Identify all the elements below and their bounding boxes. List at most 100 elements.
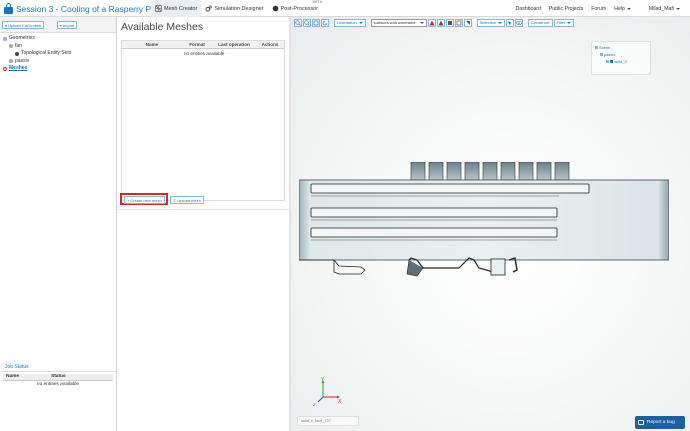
- tree-item-geometries[interactable]: Geometries: [3, 35, 71, 43]
- z-axis-label: Z: [313, 402, 316, 407]
- project-tree: Geometries fan Topological Entity Sets p…: [3, 35, 71, 73]
- orientation-dropdown[interactable]: Orientation: [334, 18, 366, 27]
- 3d-viewer[interactable]: Orientation surfaces with wireframe Sele…: [291, 17, 690, 431]
- import-button[interactable]: ▾ Import: [57, 21, 78, 29]
- zoom-in-icon[interactable]: [294, 18, 302, 27]
- mesh-view-icon[interactable]: [436, 18, 445, 27]
- top-bar: Session 3 - Cooling of a Rasperry Pi Mes…: [0, 0, 690, 17]
- tree-item-topological-sets[interactable]: Topological Entity Sets: [3, 50, 71, 58]
- tree-label: passiv: [15, 57, 30, 64]
- help-label: Help: [614, 5, 625, 12]
- tree-label: Topological Entity Sets: [21, 50, 72, 56]
- col-name[interactable]: Name: [122, 41, 182, 48]
- meshes-table: Name Format Last operation Actions no en…: [121, 40, 285, 201]
- tab-simulation-designer[interactable]: Simulation Designer: [201, 0, 267, 17]
- x-axis-label: X: [337, 399, 342, 405]
- scene-leaf-label: solid_0: [614, 59, 627, 64]
- divider: [117, 209, 289, 210]
- y-axis-label: Y: [321, 377, 325, 383]
- tree-label: Meshes: [9, 65, 28, 71]
- mesh-icon: [155, 5, 162, 12]
- create-set-label: Create set: [531, 20, 550, 25]
- warning-icon[interactable]: [427, 18, 436, 27]
- filter-label: Filter: [556, 20, 566, 25]
- scene-item-solid[interactable]: solid_0: [606, 59, 627, 64]
- upload-mesh-button[interactable]: ⇪ Upload mesh: [170, 196, 204, 204]
- col-format[interactable]: Format: [182, 41, 212, 48]
- render-mode-select[interactable]: surfaces with wireframe: [370, 18, 427, 27]
- user-label: Milad_Mafi: [648, 5, 674, 12]
- tree-label: fan: [15, 42, 22, 49]
- left-sidebar: ▾ Upload CAD/mesh ▾ Import Geometries fa…: [0, 17, 117, 431]
- create-mesh-label: Create new mesh: [130, 197, 162, 203]
- hover-face-label: solid_0_face_137: [297, 416, 359, 426]
- col-status[interactable]: Status: [48, 374, 113, 380]
- report-bug-button[interactable]: Report a bug: [635, 416, 685, 429]
- chat-icon: [638, 420, 644, 425]
- plus-icon: ▾: [5, 22, 8, 28]
- tree-item-fan[interactable]: fan: [3, 43, 71, 51]
- postprocessor-icon: [272, 5, 278, 12]
- chevron-down-icon: [498, 21, 503, 24]
- project-title[interactable]: Session 3 - Cooling of a Rasperry Pi: [16, 4, 153, 14]
- selection-label: Selection: [479, 20, 497, 25]
- tab-label: Post-Processor: [280, 5, 319, 12]
- empty-message: no entities available: [184, 51, 225, 56]
- tab-label: Simulation Designer: [214, 5, 264, 12]
- fin-row: [410, 162, 570, 181]
- tree-item-passiv[interactable]: passiv: [3, 58, 71, 66]
- nav-forum[interactable]: Forum: [591, 6, 606, 12]
- part-icon: [9, 44, 13, 49]
- tab-post-processor[interactable]: Post-Processor BETA: [268, 0, 323, 17]
- upload-mesh-label: Upload mesh: [177, 197, 201, 203]
- zoom-out-icon[interactable]: [303, 18, 311, 27]
- user-menu[interactable]: Milad_Mafi: [649, 6, 680, 12]
- visibility-icon[interactable]: [515, 18, 524, 27]
- nav-dashboard[interactable]: Dashboard: [516, 6, 541, 12]
- scene-icon: [595, 46, 598, 49]
- chevron-down-icon: [419, 21, 424, 24]
- checkbox-icon: [606, 60, 609, 63]
- zoom-fit-icon[interactable]: [312, 18, 320, 27]
- top-nav-links: Dashboard Public Projects Forum Help Mil…: [508, 0, 680, 17]
- chevron-down-icon: [626, 7, 631, 10]
- tab-mesh-creator[interactable]: Mesh Creator: [151, 0, 202, 17]
- chevron-down-icon: [676, 7, 680, 10]
- gears-icon: [205, 5, 213, 12]
- create-set-button[interactable]: Create set: [528, 18, 553, 27]
- eye-icon: [610, 60, 613, 63]
- scene-root[interactable]: Scene: [595, 45, 610, 50]
- selection-dropdown[interactable]: Selection: [476, 18, 506, 27]
- scene-tree: Scene passiv solid_0: [591, 41, 651, 75]
- col-last-operation[interactable]: Last operation: [212, 41, 256, 48]
- scene-item-passiv[interactable]: passiv: [600, 52, 615, 57]
- plus-icon: +: [127, 197, 130, 203]
- pointer-icon[interactable]: [506, 18, 515, 27]
- set-icon: [15, 51, 19, 56]
- beta-badge: BETA: [312, 0, 323, 4]
- heatsink-model[interactable]: [299, 162, 669, 282]
- filter-dropdown[interactable]: Filter: [553, 18, 575, 27]
- job-status-table: Name Status no entities available: [3, 374, 113, 388]
- project-header: Session 3 - Cooling of a Rasperry Pi: [4, 2, 153, 15]
- scene-root-label: Scene: [599, 45, 611, 50]
- col-name[interactable]: Name: [3, 374, 48, 380]
- meshes-panel: Available Meshes Name Format Last operat…: [117, 17, 289, 431]
- slot-group: [310, 183, 590, 238]
- clip-view-icon[interactable]: [463, 18, 472, 27]
- nav-public-projects[interactable]: Public Projects: [549, 6, 583, 12]
- tree-item-meshes[interactable]: Meshes: [3, 65, 71, 73]
- help-menu[interactable]: Help: [614, 6, 631, 12]
- box-view-icon[interactable]: [445, 18, 454, 27]
- reset-view-icon[interactable]: [321, 18, 329, 27]
- meshes-table-header: Name Format Last operation Actions: [122, 41, 284, 49]
- job-status-panel: Job Status Name Status no entities avail…: [0, 362, 116, 387]
- cut-view-icon[interactable]: [454, 18, 463, 27]
- scene-child-label: passiv: [604, 52, 616, 57]
- folder-icon: [3, 36, 7, 41]
- lock-icon: [4, 3, 13, 14]
- empty-message: no entities available: [36, 382, 80, 387]
- tree-label: Geometries: [9, 35, 35, 41]
- create-mesh-button[interactable]: + Create new mesh: [124, 196, 165, 204]
- upload-cad-button[interactable]: ▾ Upload CAD/mesh: [2, 21, 45, 29]
